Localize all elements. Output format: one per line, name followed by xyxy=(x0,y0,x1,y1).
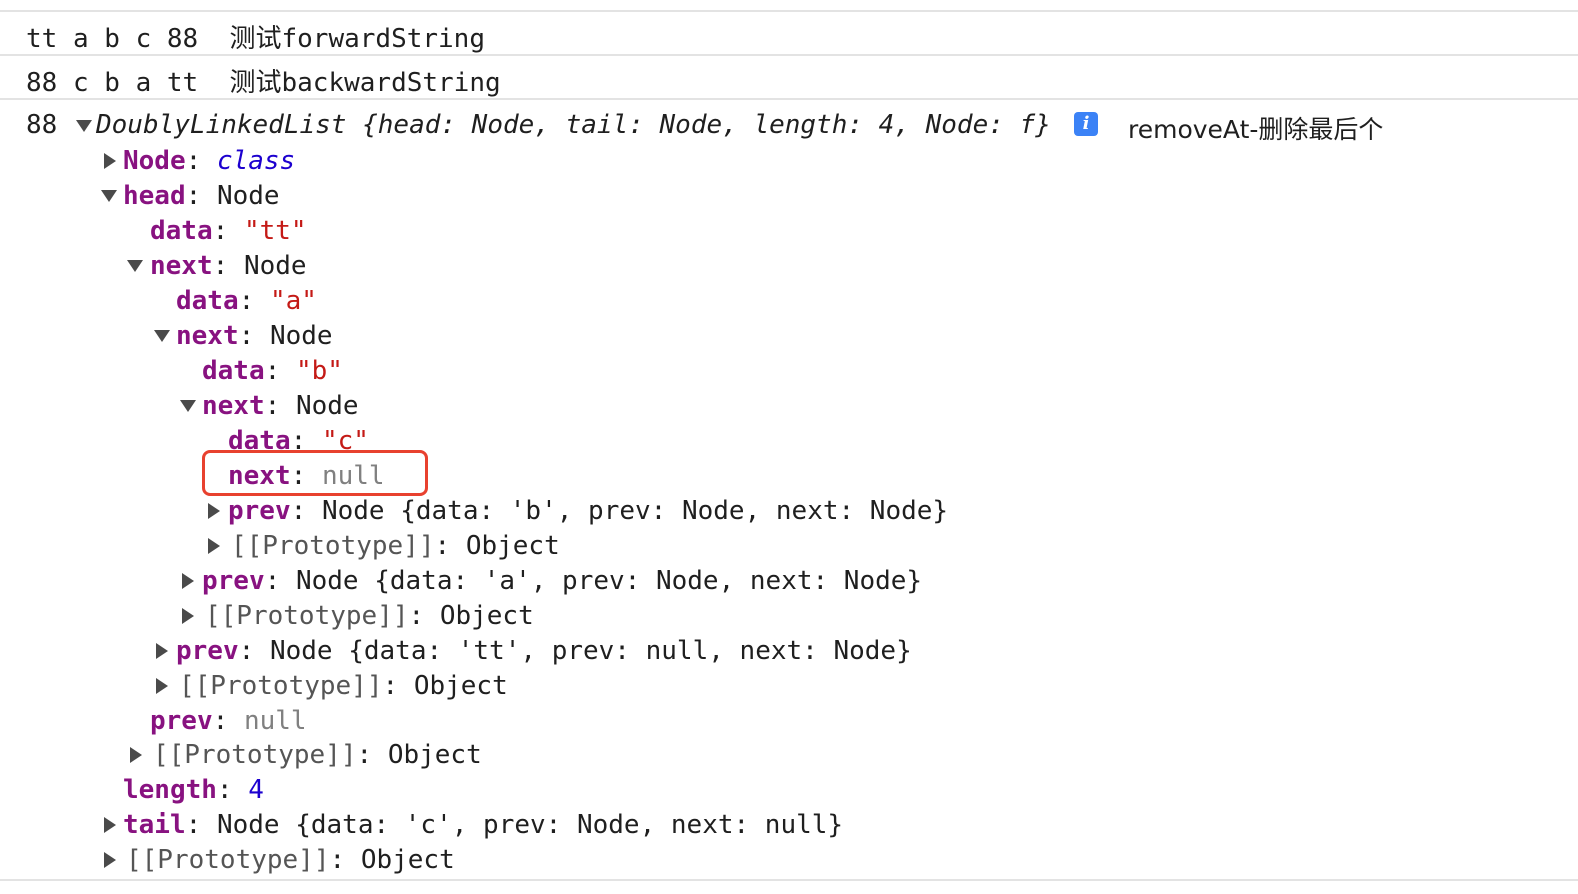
tree-row-prototype[interactable]: [[Prototype]]: Object xyxy=(205,599,534,633)
collapse-arrow-icon[interactable] xyxy=(208,503,220,519)
collapse-arrow-icon[interactable] xyxy=(130,747,142,763)
tree-row-node[interactable]: Node: class xyxy=(123,144,295,178)
collapse-arrow-icon[interactable] xyxy=(104,153,116,169)
tree-row-prev-null: prev: null xyxy=(150,706,307,736)
tree-row-prototype[interactable]: [[Prototype]]: Object xyxy=(126,843,455,877)
tree-row-data: data: "tt" xyxy=(150,216,307,246)
tree-row-length: length: 4 xyxy=(123,775,264,805)
console-log-row: 88 c b a tt 测试backwardString xyxy=(0,56,1578,100)
expand-arrow-icon[interactable] xyxy=(154,330,170,342)
tree-row-data: data: "b" xyxy=(202,356,343,386)
log-value: 88 c b a tt xyxy=(26,68,199,98)
expand-arrow-icon[interactable] xyxy=(76,120,92,132)
collapse-arrow-icon[interactable] xyxy=(104,852,116,868)
console-log-row: tt a b c 88 测试forwardString xyxy=(0,12,1578,56)
collapse-arrow-icon[interactable] xyxy=(208,538,220,554)
tree-row-next[interactable]: next: Node xyxy=(150,249,307,283)
tree-row-prev[interactable]: prev: Node {data: 'a', prev: Node, next:… xyxy=(202,564,922,598)
expand-arrow-icon[interactable] xyxy=(127,260,143,272)
collapse-arrow-icon[interactable] xyxy=(182,608,194,624)
tree-row-next[interactable]: next: Node xyxy=(202,389,359,423)
tree-row-data: data: "a" xyxy=(176,286,317,316)
log-prefix: 88 xyxy=(26,110,58,140)
tree-row-prev[interactable]: prev: Node {data: 'tt', prev: null, next… xyxy=(176,634,912,668)
collapse-arrow-icon[interactable] xyxy=(156,643,168,659)
expand-arrow-icon[interactable] xyxy=(101,190,117,202)
tree-row-next[interactable]: next: Node xyxy=(176,319,333,353)
collapse-arrow-icon[interactable] xyxy=(182,573,194,589)
tree-row-prototype[interactable]: [[Prototype]]: Object xyxy=(179,669,508,703)
tree-row-tail[interactable]: tail: Node {data: 'c', prev: Node, next:… xyxy=(123,808,843,842)
info-icon[interactable]: i xyxy=(1074,112,1098,136)
highlight-box xyxy=(202,450,428,496)
log-message: removeAt-删除最后个 xyxy=(1128,115,1384,144)
collapse-arrow-icon[interactable] xyxy=(156,678,168,694)
tree-row-head[interactable]: head: Node xyxy=(123,179,280,213)
log-value: tt a b c 88 xyxy=(26,24,199,54)
log-label: 测试forwardString xyxy=(229,24,486,54)
tree-row-prev[interactable]: prev: Node {data: 'b', prev: Node, next:… xyxy=(228,494,948,528)
log-label: 测试backwardString xyxy=(229,68,501,98)
tree-row-prototype[interactable]: [[Prototype]]: Object xyxy=(231,529,560,563)
expand-arrow-icon[interactable] xyxy=(180,400,196,412)
object-summary[interactable]: DoublyLinkedList {head: Node, tail: Node… xyxy=(96,108,1051,142)
collapse-arrow-icon[interactable] xyxy=(104,817,116,833)
tree-row-prototype[interactable]: [[Prototype]]: Object xyxy=(153,738,482,772)
divider xyxy=(0,879,1578,881)
